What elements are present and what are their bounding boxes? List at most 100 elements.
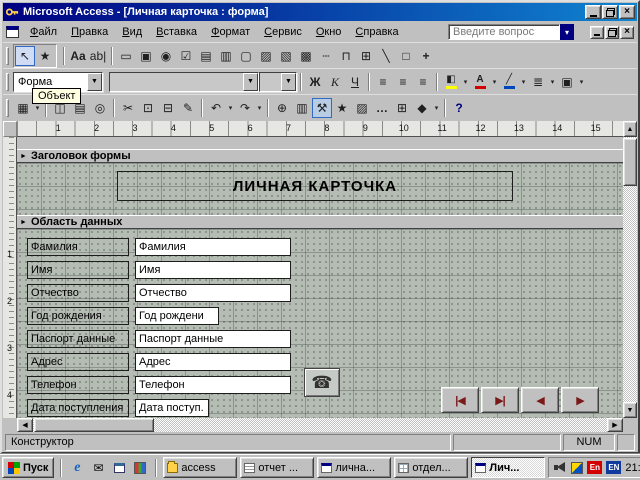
fill-color-button[interactable]: ◧ xyxy=(441,72,461,92)
font-color-dropdown[interactable]: ▾ xyxy=(490,78,499,86)
ask-question-dropdown[interactable]: ▾ xyxy=(560,24,574,40)
menu-format[interactable]: Формат xyxy=(204,23,257,41)
control-wizards-icon[interactable]: ★ xyxy=(35,46,55,66)
menu-edit[interactable]: Правка xyxy=(64,23,115,41)
toggle-button-tool-icon[interactable]: ▣ xyxy=(136,46,156,66)
command-button-tool-icon[interactable]: ▢ xyxy=(236,46,256,66)
vertical-scroll-thumb[interactable] xyxy=(623,138,637,186)
taskbar-button-access[interactable]: access xyxy=(163,457,237,478)
language-badge-red[interactable]: En xyxy=(587,461,602,474)
taskbar-button-otdel[interactable]: отдел... xyxy=(394,457,468,478)
mdi-restore-button[interactable] xyxy=(605,26,619,39)
checkbox-tool-icon[interactable]: ☑ xyxy=(176,46,196,66)
combobox-tool-icon[interactable]: ▤ xyxy=(196,46,216,66)
scroll-up-button[interactable]: ▲ xyxy=(623,121,637,137)
print-preview-icon[interactable]: ◎ xyxy=(90,98,110,118)
view-dropdown[interactable]: ▾ xyxy=(33,104,42,112)
copy-icon[interactable]: ⊡ xyxy=(138,98,158,118)
new-object-dropdown[interactable]: ▾ xyxy=(432,104,441,112)
combo-dropdown-icon[interactable]: ▼ xyxy=(87,73,102,91)
field-list-icon[interactable]: ▥ xyxy=(292,98,312,118)
outlook-icon[interactable]: ✉ xyxy=(89,459,107,477)
underline-button[interactable]: Ч xyxy=(345,72,365,92)
special-effect-button[interactable]: ▣ xyxy=(557,72,577,92)
option-button-tool-icon[interactable]: ◉ xyxy=(156,46,176,66)
ask-question-input[interactable]: Введите вопрос xyxy=(448,24,560,40)
special-effect-dropdown[interactable]: ▾ xyxy=(577,78,586,86)
field-textbox-patronymic[interactable]: Отчество xyxy=(135,284,291,302)
field-label-phone[interactable]: Телефон xyxy=(27,376,129,394)
field-label-birth-year[interactable]: Год рождения xyxy=(27,307,129,325)
line-width-dropdown[interactable]: ▾ xyxy=(548,78,557,86)
field-label-hire-date[interactable]: Дата поступления xyxy=(27,399,129,417)
mdi-minimize-button[interactable] xyxy=(590,26,604,39)
scroll-left-button[interactable]: ◀ xyxy=(17,418,33,432)
ie-icon[interactable]: e xyxy=(68,459,86,477)
line-color-button[interactable]: ╱ xyxy=(499,72,519,92)
toolbar-drag-handle[interactable] xyxy=(6,73,9,91)
form-title-label[interactable]: ЛИЧНАЯ КАРТОЧКА xyxy=(117,171,513,201)
menu-help[interactable]: Справка xyxy=(348,23,405,41)
close-button[interactable]: × xyxy=(619,5,635,19)
form-window-icon[interactable] xyxy=(6,26,19,38)
mdi-close-button[interactable]: × xyxy=(620,26,634,39)
form-header-section-bar[interactable]: ► Заголовок формы xyxy=(17,149,623,163)
form-header-area[interactable]: ЛИЧНАЯ КАРТОЧКА xyxy=(17,163,623,215)
field-label-surname[interactable]: Фамилия xyxy=(27,238,129,256)
toolbox-toggle-icon[interactable]: ⚒ xyxy=(312,98,332,118)
language-badge-blue[interactable]: EN xyxy=(606,461,621,474)
field-label-name[interactable]: Имя xyxy=(27,261,129,279)
cut-icon[interactable]: ✂ xyxy=(118,98,138,118)
textbox-tool-icon[interactable]: ab| xyxy=(88,46,108,66)
unbound-object-frame-icon[interactable]: ▧ xyxy=(276,46,296,66)
font-color-button[interactable]: А xyxy=(470,72,490,92)
undo-dropdown[interactable]: ▾ xyxy=(226,104,235,112)
nav-prev-button[interactable]: ◀ xyxy=(521,387,559,413)
view-button[interactable]: ▦ xyxy=(13,98,33,118)
scroll-right-button[interactable]: ▶ xyxy=(607,418,623,432)
label-tool-icon[interactable]: Aa xyxy=(68,46,88,66)
build-icon[interactable]: … xyxy=(372,98,392,118)
align-center-icon[interactable]: ≡ xyxy=(393,72,413,92)
field-label-passport[interactable]: Паспорт данные xyxy=(27,330,129,348)
field-textbox-surname[interactable]: Фамилия xyxy=(135,238,291,256)
fill-color-dropdown[interactable]: ▾ xyxy=(461,78,470,86)
undo-button[interactable]: ↶ xyxy=(206,98,226,118)
align-left-icon[interactable]: ≡ xyxy=(373,72,393,92)
channels-icon[interactable] xyxy=(131,459,149,477)
field-textbox-name[interactable]: Имя xyxy=(135,261,291,279)
autoformat-icon[interactable]: ★ xyxy=(332,98,352,118)
detail-section-bar[interactable]: ► Область данных xyxy=(17,215,623,229)
combo-dropdown-icon[interactable]: ▼ xyxy=(243,73,258,91)
menu-tools[interactable]: Сервис xyxy=(257,23,309,41)
volume-icon[interactable] xyxy=(554,462,567,473)
indicator-icon[interactable] xyxy=(571,462,583,474)
field-textbox-hire-date[interactable]: Дата поступ. xyxy=(135,399,209,417)
ruler-corner[interactable] xyxy=(3,121,17,137)
database-window-icon[interactable]: ⊞ xyxy=(392,98,412,118)
menu-view[interactable]: Вид xyxy=(115,23,149,41)
restore-button[interactable] xyxy=(602,5,618,19)
toolbar-drag-handle[interactable] xyxy=(6,99,9,117)
field-textbox-address[interactable]: Адрес xyxy=(135,353,291,371)
redo-dropdown[interactable]: ▾ xyxy=(255,104,264,112)
redo-button[interactable]: ↷ xyxy=(235,98,255,118)
align-right-icon[interactable]: ≡ xyxy=(413,72,433,92)
properties-icon[interactable]: ▨ xyxy=(352,98,372,118)
field-textbox-birth-year[interactable]: Год рождени xyxy=(135,307,219,325)
horizontal-ruler[interactable]: 123456789101112131415 xyxy=(17,121,623,137)
tab-control-tool-icon[interactable]: ⊓ xyxy=(336,46,356,66)
show-desktop-icon[interactable] xyxy=(110,459,128,477)
horizontal-scrollbar[interactable]: ◀ ▶ xyxy=(17,418,623,432)
field-textbox-phone[interactable]: Телефон xyxy=(135,376,291,394)
italic-button[interactable]: К xyxy=(325,72,345,92)
new-object-button[interactable]: ◆ xyxy=(412,98,432,118)
toolbar-drag-handle[interactable] xyxy=(6,47,9,65)
font-name-combo[interactable]: ▼ xyxy=(109,72,259,92)
taskbar-button-report[interactable]: отчет ... xyxy=(240,457,314,478)
combo-dropdown-icon[interactable]: ▼ xyxy=(281,73,296,91)
taskbar-button-lich-active[interactable]: Лич... xyxy=(471,457,545,478)
subform-tool-icon[interactable]: ⊞ xyxy=(356,46,376,66)
line-color-dropdown[interactable]: ▾ xyxy=(519,78,528,86)
nav-next-button[interactable]: ▶ xyxy=(561,387,599,413)
